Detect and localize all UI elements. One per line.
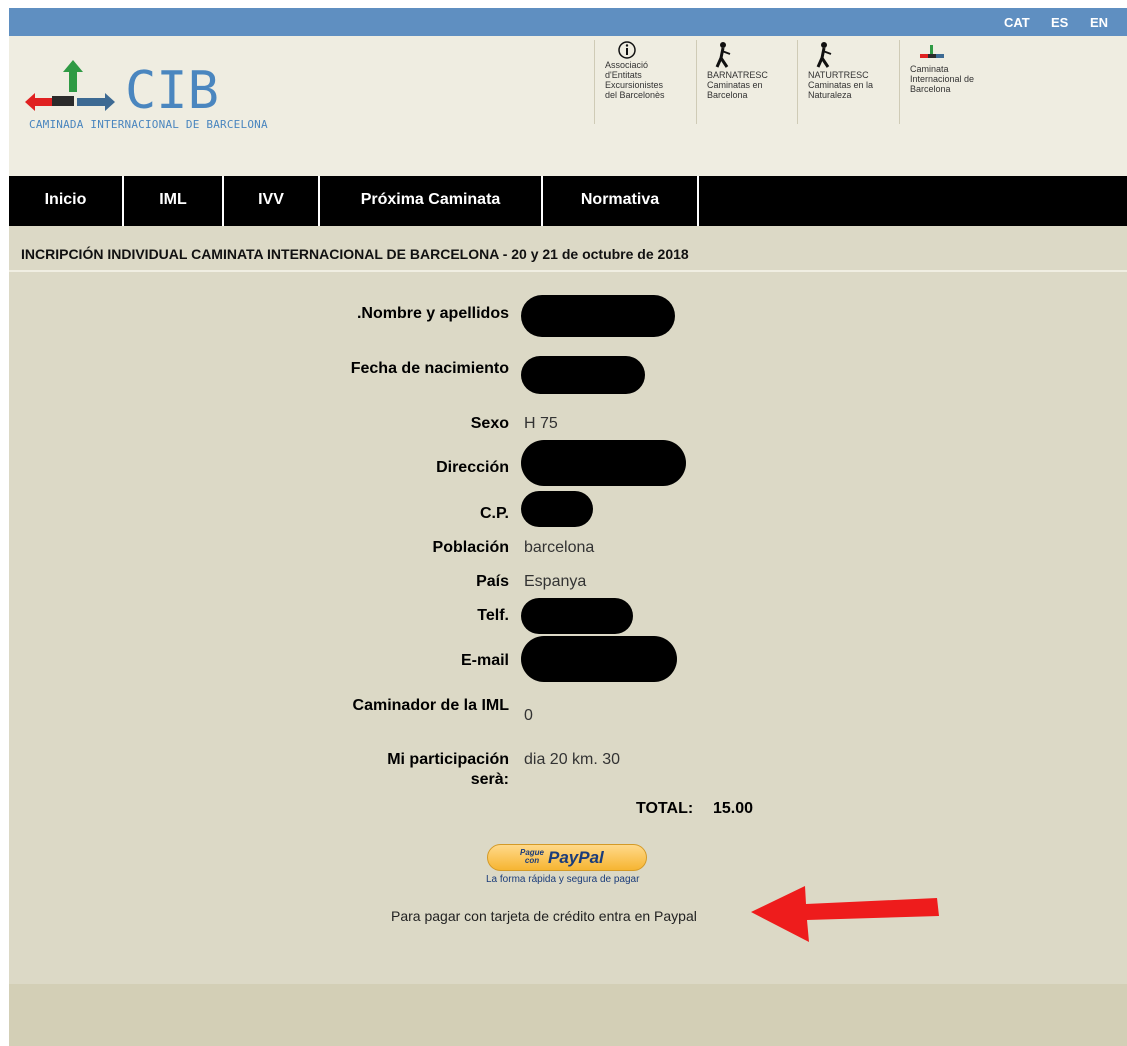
lang-es-link[interactable]: ES: [1051, 15, 1068, 30]
nav-iml[interactable]: IML: [124, 176, 224, 226]
language-bar: CAT ES EN: [9, 8, 1127, 36]
footer-band: [9, 984, 1127, 1046]
poblacion-value: barcelona: [524, 539, 595, 556]
partner-aeeb-text: Associació d'Entitats Excursionistes del…: [605, 60, 665, 100]
hiker-icon: [816, 42, 832, 68]
info-icon: [618, 41, 636, 59]
hiker-icon: [715, 42, 731, 68]
email-label: E-mail: [460, 652, 509, 669]
partner-naturtresc-text: NATURTRESC Caminatas en la Naturaleza: [808, 70, 874, 100]
fecha-label: Fecha de nacimiento: [350, 360, 509, 377]
red-arrow-icon: [751, 886, 939, 942]
paypal-pague-text: Pague con: [519, 848, 544, 865]
pay-note: Para pagar con tarjeta de crédito entra …: [391, 908, 697, 924]
telf-redacted: [521, 598, 633, 634]
paypal-logo-text: PayPal: [548, 848, 604, 867]
caminador-label: Caminador de la IML: [352, 697, 509, 714]
mini-logo-icon: [920, 45, 944, 58]
fecha-redacted: [521, 356, 645, 394]
poblacion-label: Población: [432, 539, 509, 556]
nav-proxima-caminata[interactable]: Próxima Caminata: [320, 176, 543, 226]
sexo-label: Sexo: [470, 415, 509, 432]
partner-aeeb[interactable]: Associació d'Entitats Excursionistes del…: [594, 40, 695, 124]
direccion-label: Dirección: [436, 459, 509, 476]
lang-cat-link[interactable]: CAT: [1004, 15, 1030, 30]
total-value: 15.00: [713, 800, 754, 817]
logo-subtitle: CAMINADA INTERNACIONAL DE BARCELONA: [29, 118, 268, 131]
header: CIB CAMINADA INTERNACIONAL DE BARCELONA …: [9, 36, 1127, 176]
total-label: TOTAL:: [636, 800, 694, 817]
nav-normativa[interactable]: Normativa: [543, 176, 699, 226]
sexo-value: H 75: [524, 415, 558, 432]
title-divider: [9, 270, 1127, 272]
page: CAT ES EN CIB CAMINADA INTERNACIONAL DE …: [9, 8, 1127, 1046]
direccion-redacted: [521, 440, 686, 486]
logo-text: CIB: [125, 61, 219, 120]
partner-barnatresc-text: BARNATRESC Caminatas en Barcelona: [707, 70, 768, 100]
paypal-tagline: La forma rápida y segura de pagar: [486, 874, 640, 885]
email-redacted: [521, 636, 677, 682]
main-nav: Inicio IML IVV Próxima Caminata Normativ…: [9, 176, 1127, 226]
nombre-redacted: [521, 295, 675, 337]
caminador-value: 0: [524, 707, 533, 724]
partner-cib[interactable]: Caminata Internacional de Barcelona: [899, 40, 1010, 124]
partner-cib-text: Caminata Internacional de Barcelona: [910, 64, 975, 94]
cp-redacted: [521, 491, 593, 527]
lang-en-link[interactable]: EN: [1090, 15, 1108, 30]
partner-barnatresc[interactable]: BARNATRESC Caminatas en Barcelona: [696, 40, 797, 124]
telf-label: Telf.: [477, 607, 509, 624]
cp-label: C.P.: [479, 505, 509, 522]
pais-value: Espanya: [524, 573, 587, 590]
participacion-label: Mi participación serà:: [387, 751, 509, 788]
cib-logo-icon[interactable]: CIB: [25, 48, 275, 120]
partner-naturtresc[interactable]: NATURTRESC Caminatas en la Naturaleza: [797, 40, 898, 124]
nombre-label: .Nombre y apellidos: [356, 305, 509, 322]
nav-inicio[interactable]: Inicio: [9, 176, 124, 226]
participacion-value: dia 20 km. 30: [524, 751, 621, 768]
pais-label: País: [476, 573, 509, 590]
page-title: INCRIPCIÓN INDIVIDUAL CAMINATA INTERNACI…: [21, 246, 689, 262]
paypal-button[interactable]: Pague con PayPal: [487, 844, 647, 871]
nav-ivv[interactable]: IVV: [224, 176, 320, 226]
